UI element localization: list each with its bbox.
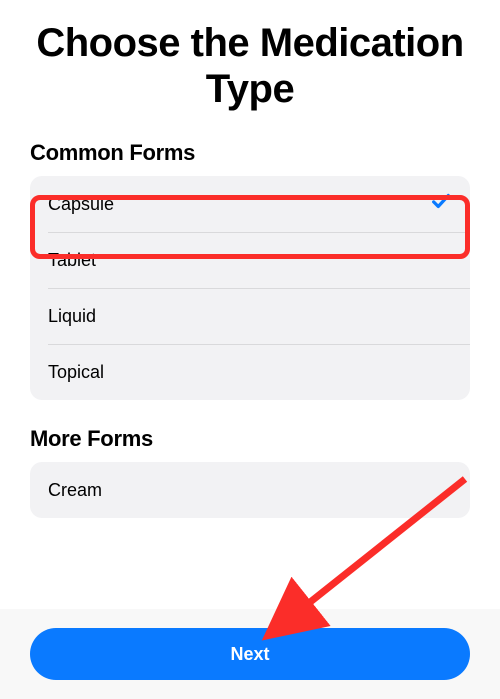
form-option-label: Topical bbox=[48, 362, 104, 383]
form-option-label: Tablet bbox=[48, 250, 96, 271]
form-option-tablet[interactable]: Tablet bbox=[30, 232, 470, 288]
form-option-liquid[interactable]: Liquid bbox=[30, 288, 470, 344]
common-forms-list: Capsule Tablet Liquid Topical bbox=[30, 176, 470, 400]
section-header-more: More Forms bbox=[30, 426, 470, 452]
checkmark-icon bbox=[430, 190, 452, 219]
form-option-topical[interactable]: Topical bbox=[30, 344, 470, 400]
next-button[interactable]: Next bbox=[30, 628, 470, 680]
more-forms-list: Cream bbox=[30, 462, 470, 518]
section-header-common: Common Forms bbox=[30, 140, 470, 166]
form-option-label: Cream bbox=[48, 480, 102, 501]
form-option-label: Capsule bbox=[48, 194, 114, 215]
form-option-cream[interactable]: Cream bbox=[30, 462, 470, 518]
page-title: Choose the Medication Type bbox=[0, 0, 500, 122]
form-option-capsule[interactable]: Capsule bbox=[30, 176, 470, 232]
footer-bar: Next bbox=[0, 609, 500, 699]
content-area: Common Forms Capsule Tablet Liquid Topic… bbox=[0, 122, 500, 522]
form-option-label: Liquid bbox=[48, 306, 96, 327]
